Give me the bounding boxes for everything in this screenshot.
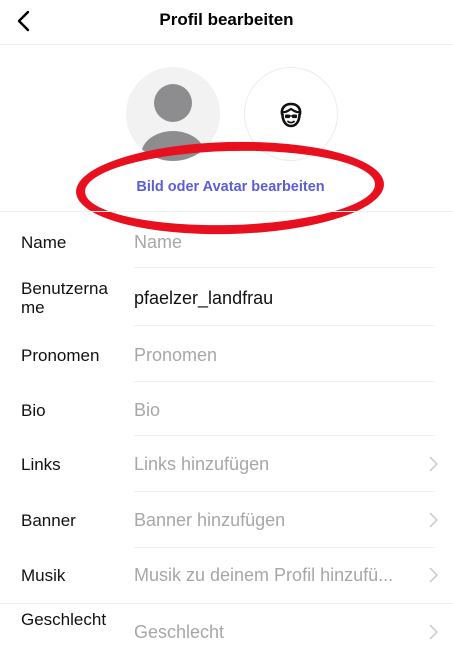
avatar-face-icon	[280, 102, 302, 128]
field-row-username[interactable]: Benutzername pfaelzer_landfrau	[0, 268, 453, 326]
field-label: Musik	[21, 566, 66, 585]
name-input[interactable]: Name	[134, 232, 182, 253]
profile-photo[interactable]	[126, 67, 220, 161]
field-label: Benutzername	[21, 279, 108, 317]
nav-bar: Profil bearbeiten	[0, 0, 453, 45]
field-row-pronouns[interactable]: Pronomen Pronomen	[0, 326, 453, 382]
chevron-right-icon	[429, 456, 438, 472]
field-row-bio[interactable]: Bio Bio	[0, 382, 453, 436]
field-label: Name	[21, 233, 67, 252]
field-label: Pronomen	[21, 346, 100, 365]
banner-input[interactable]: Banner hinzufügen	[134, 510, 285, 531]
pronouns-input[interactable]: Pronomen	[134, 345, 217, 366]
gender-input[interactable]: Geschlecht	[134, 622, 224, 643]
field-row-music[interactable]: Musik Musik zu deinem Profil hinzufü...	[0, 548, 453, 604]
username-input[interactable]: pfaelzer_landfrau	[134, 288, 273, 309]
section-divider	[0, 211, 453, 212]
bio-input[interactable]: Bio	[134, 400, 160, 421]
links-input[interactable]: Links hinzufügen	[134, 454, 269, 475]
field-label: Bio	[21, 401, 46, 420]
avatar-button[interactable]	[244, 67, 338, 161]
field-label: Banner	[21, 511, 76, 530]
chevron-right-icon	[429, 624, 438, 640]
field-row-name[interactable]: Name Name	[0, 214, 453, 268]
chevron-right-icon	[429, 512, 438, 528]
field-row-banner[interactable]: Banner Banner hinzufügen	[0, 492, 453, 548]
person-placeholder-icon	[141, 84, 205, 161]
page-title: Profil bearbeiten	[159, 10, 294, 29]
music-input[interactable]: Musik zu deinem Profil hinzufü...	[134, 565, 393, 586]
field-row-gender[interactable]: Geschlecht Geschlecht	[0, 604, 453, 651]
field-label: Links	[21, 455, 61, 474]
field-label: Geschlecht	[21, 610, 107, 629]
field-row-links[interactable]: Links Links hinzufügen	[0, 436, 453, 492]
chevron-right-icon	[429, 567, 438, 583]
edit-photo-avatar-link[interactable]: Bild oder Avatar bearbeiten	[0, 179, 453, 195]
